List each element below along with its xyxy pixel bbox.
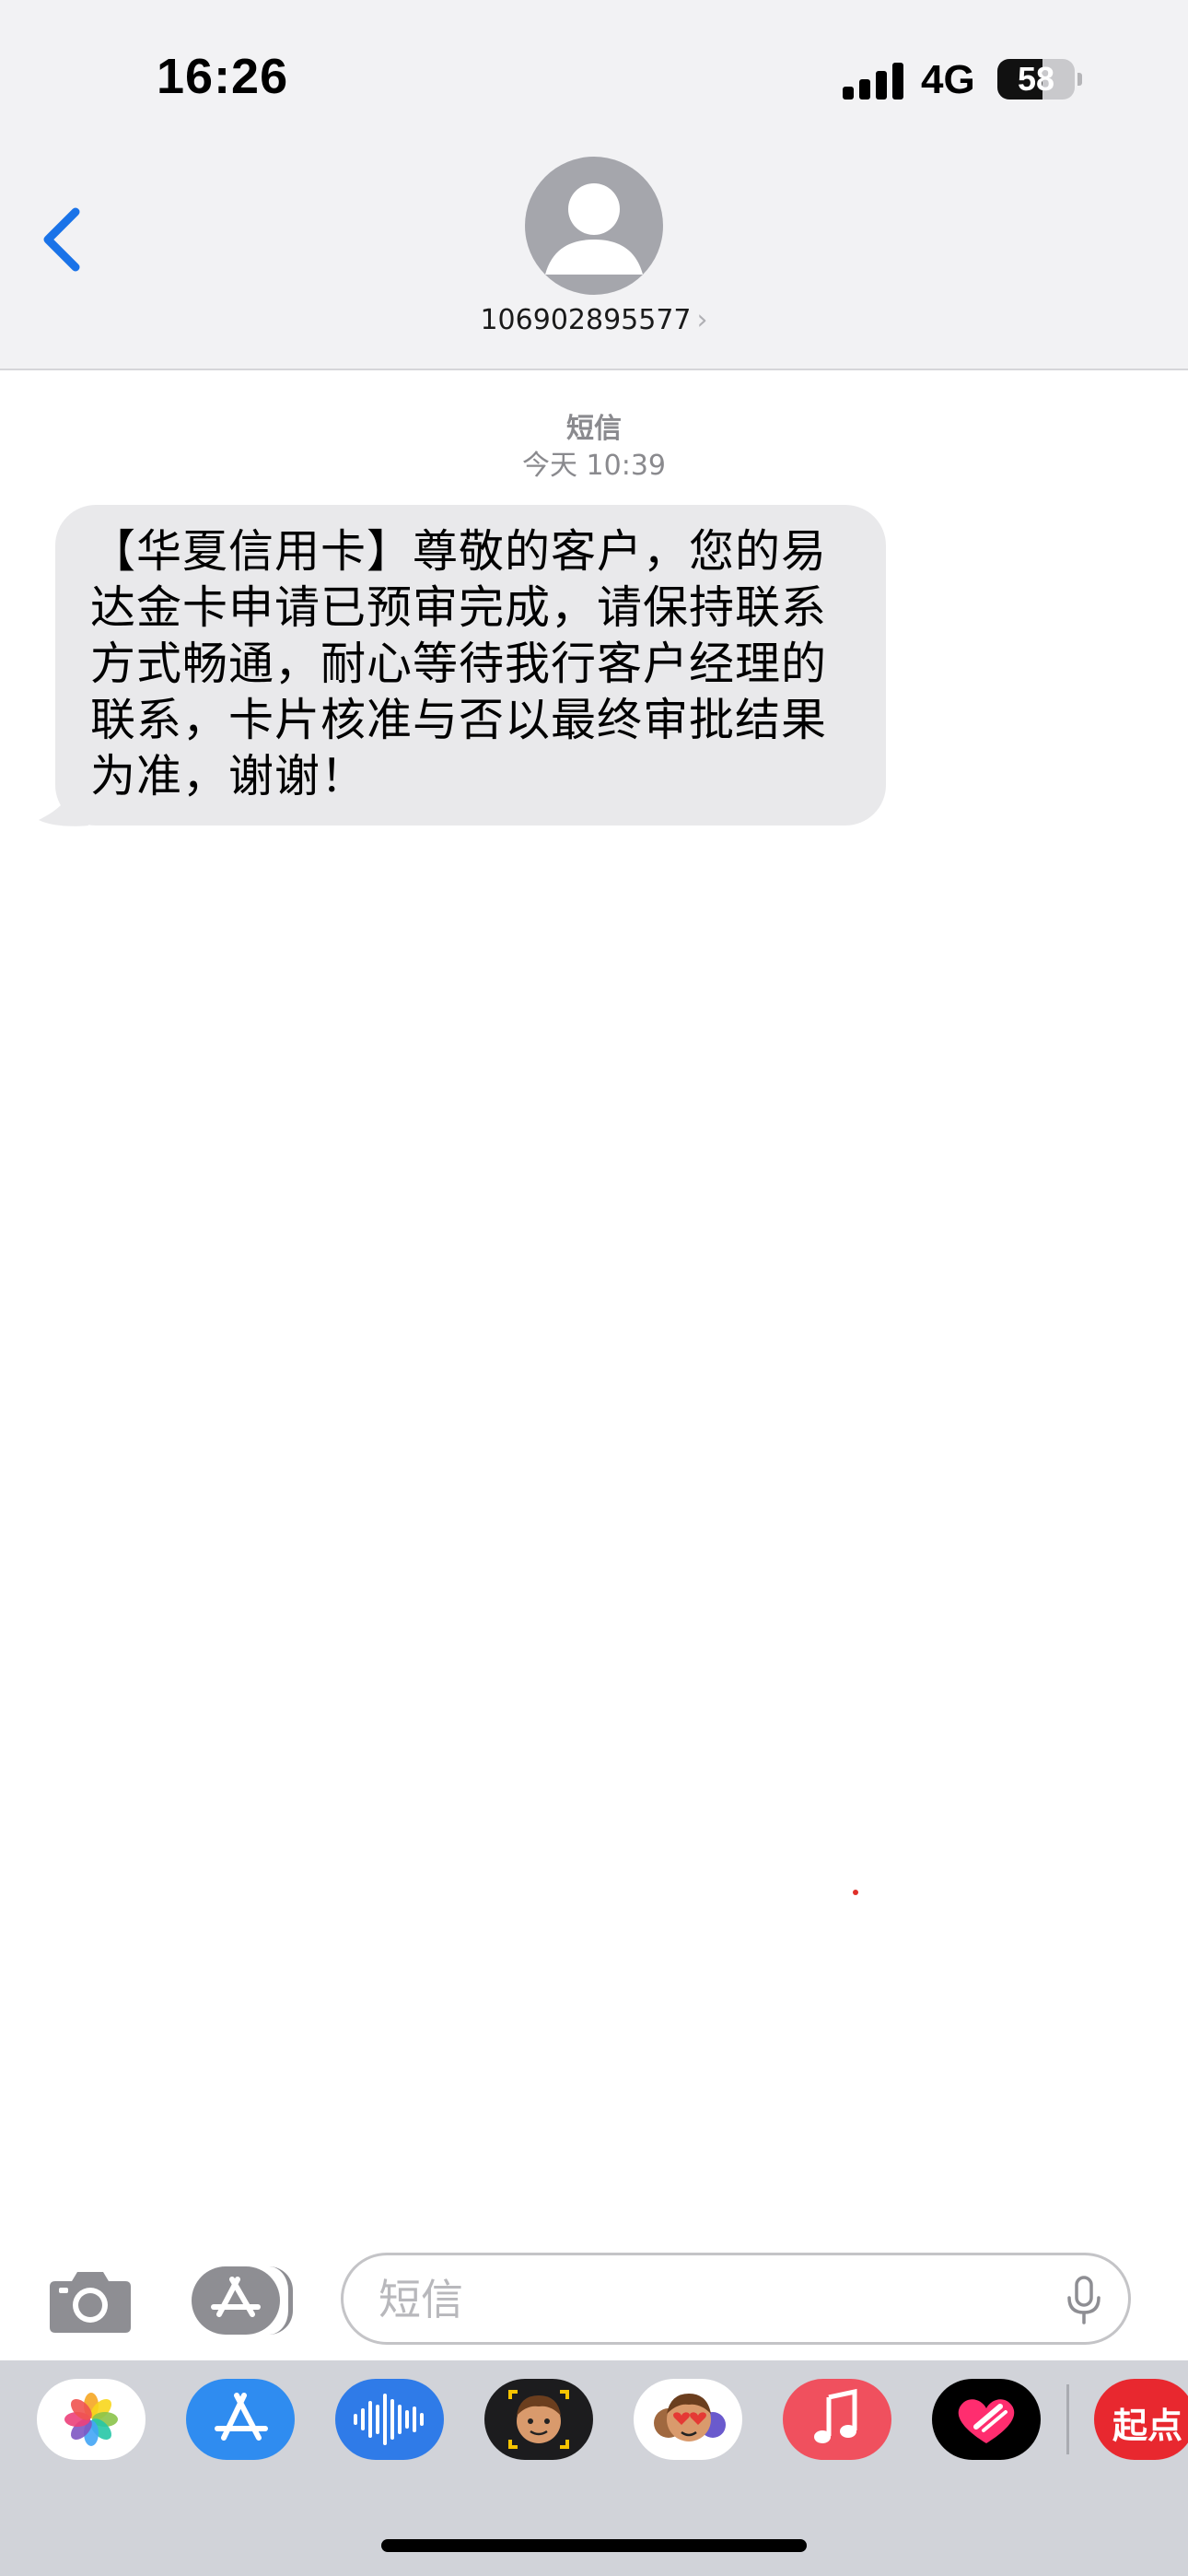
message-line: 达金卡申请已预审完成，请保持联系 [90, 581, 828, 634]
message-timestamp: 今天 10:39 [522, 450, 666, 482]
contact-name-button[interactable]: 106902895577 › [0, 304, 1188, 336]
app-store-icon [211, 2277, 261, 2317]
photos-flower-icon [64, 2393, 118, 2446]
memoji-stickers-icon [654, 2394, 726, 2441]
memoji-camera-app-icon[interactable] [484, 2379, 593, 2460]
home-indicator[interactable] [381, 2539, 807, 2552]
app-store-glyph-icon [215, 2393, 268, 2441]
contact-avatar[interactable] [525, 157, 663, 295]
message-line: 方式畅通，耐心等待我行客户经理的 [90, 638, 828, 690]
cellular-signal-icon [843, 63, 905, 100]
status-time: 16:26 [157, 49, 289, 104]
memoji-face-icon [508, 2390, 569, 2449]
message-line: 为准，谢谢！ [90, 750, 367, 802]
music-app-icon[interactable] [783, 2379, 891, 2460]
heart-touch-icon [958, 2399, 1015, 2443]
qidian-app-label: 起点 [1112, 2406, 1183, 2446]
battery-tip [1077, 73, 1082, 86]
chevron-right-icon: › [696, 304, 708, 336]
message-input-field[interactable] [341, 2253, 1131, 2345]
red-dot-mark [853, 1890, 858, 1895]
app-store-app-icon[interactable] [186, 2379, 295, 2460]
memoji-stickers-app-icon[interactable] [634, 2379, 742, 2460]
music-note-icon [814, 2388, 857, 2443]
service-label: 短信 [566, 413, 622, 445]
message-line: 联系，卡片核准与否以最终审批结果 [90, 694, 828, 746]
message-input[interactable] [377, 2255, 1025, 2344]
battery-icon: 58 [997, 59, 1075, 100]
incoming-message-bubble[interactable]: 【华夏信用卡】尊敬的客户，您的易 达金卡申请已预审完成，请保持联系 方式畅通，耐… [55, 505, 886, 825]
battery-percent: 58 [1017, 60, 1055, 98]
audio-message-app-icon[interactable] [335, 2379, 444, 2460]
drawer-divider [1066, 2384, 1069, 2454]
person-placeholder-icon [545, 183, 643, 275]
microphone-icon[interactable] [1066, 2276, 1102, 2325]
camera-button[interactable] [48, 2266, 133, 2335]
apps-button-pill [192, 2266, 280, 2335]
qidian-app-icon[interactable]: 起点 [1094, 2379, 1188, 2460]
waveform-icon [354, 2394, 424, 2445]
photos-app-icon[interactable] [37, 2379, 146, 2460]
apps-button[interactable] [192, 2266, 293, 2335]
camera-icon [50, 2272, 131, 2333]
digital-touch-app-icon[interactable] [932, 2379, 1041, 2460]
message-line: 【华夏信用卡】尊敬的客户，您的易 [90, 525, 828, 578]
chevron-left-icon [43, 207, 80, 272]
contact-number: 106902895577 [480, 304, 692, 336]
back-button[interactable] [35, 203, 90, 276]
network-type: 4G [921, 57, 975, 102]
message-text: 【华夏信用卡】尊敬的客户，您的易 达金卡申请已预审完成，请保持联系 方式畅通，耐… [90, 523, 858, 804]
